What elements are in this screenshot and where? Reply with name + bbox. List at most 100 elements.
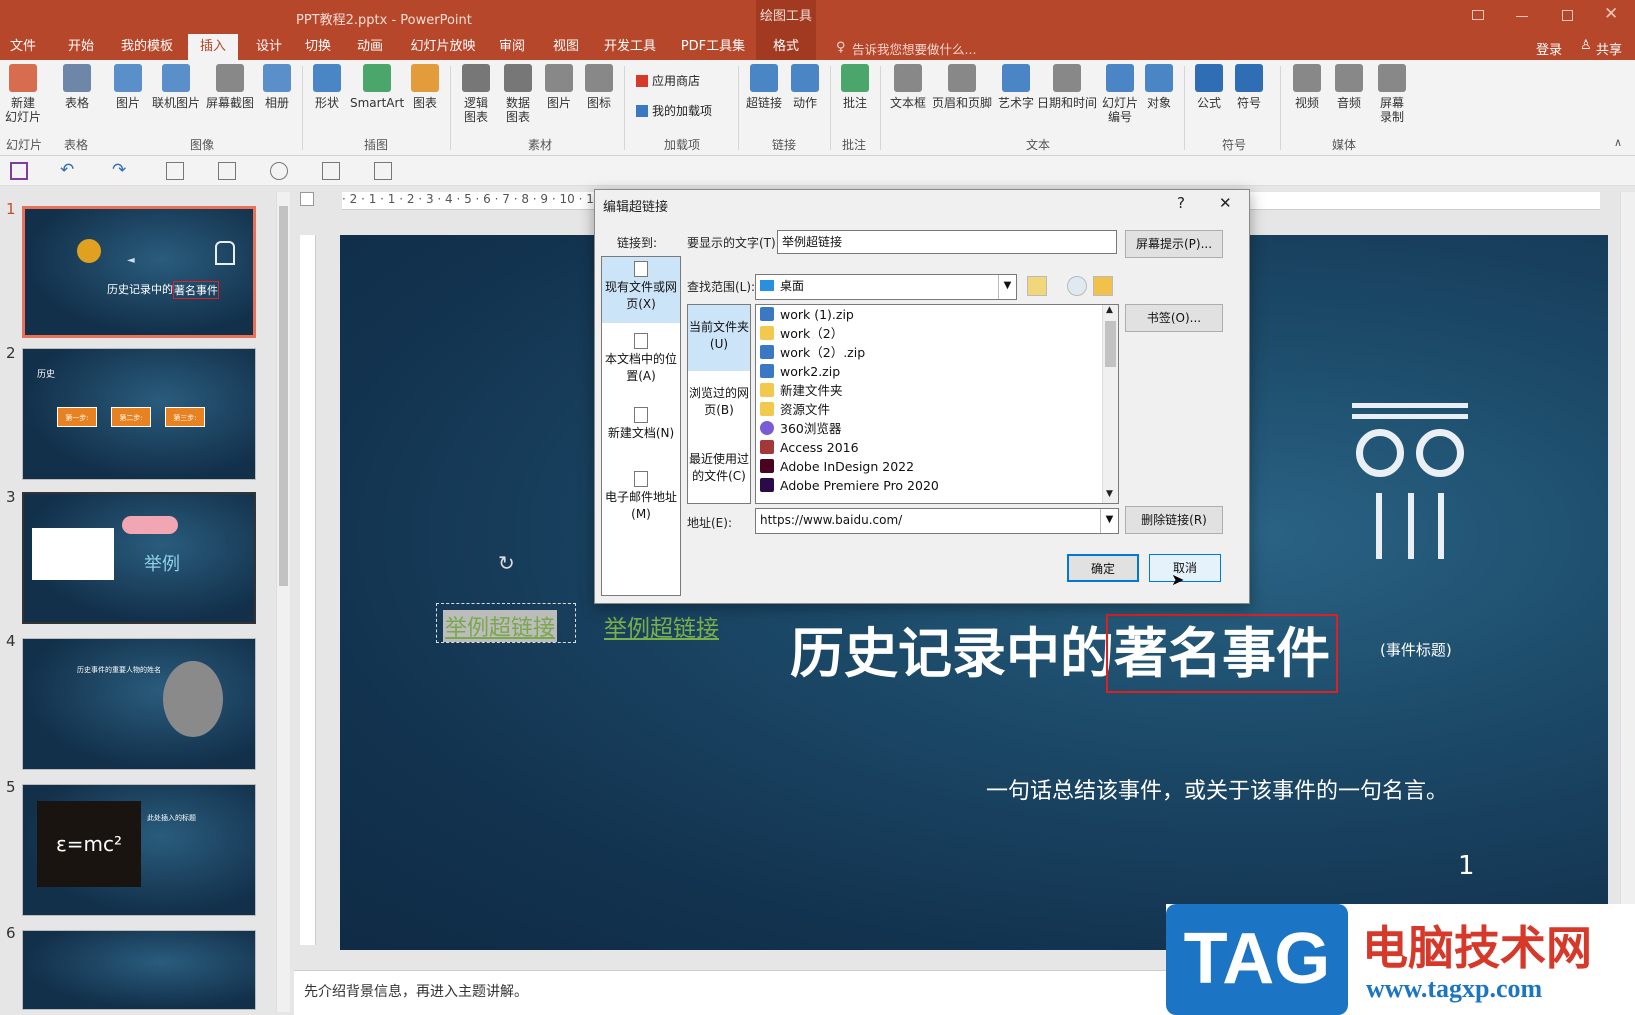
tab-current-folder[interactable]: 当前文件夹(U) — [688, 305, 750, 371]
slide-thumbnail-2[interactable]: 历史 第一步: 第二步: 第三步: — [22, 348, 256, 480]
tab-my-templates[interactable]: 我的模板 — [114, 34, 180, 60]
tab-slideshow[interactable]: 幻灯片放映 — [406, 34, 480, 60]
table-button[interactable]: 表格 — [60, 64, 94, 110]
nav-place-in-document[interactable]: 本文档中的位置(A) — [602, 333, 680, 385]
display-text-input[interactable]: 举例超链接 — [777, 230, 1117, 254]
slide-thumbnail-5[interactable]: ε=mc² 此处插入的标题 — [22, 784, 256, 916]
tab-developer[interactable]: 开发工具 — [600, 34, 660, 60]
save-icon[interactable] — [10, 162, 28, 180]
tab-pdf-tools[interactable]: PDF工具集 — [676, 34, 750, 60]
list-item[interactable]: work (1).zip — [760, 305, 854, 325]
list-item[interactable]: work（2） — [760, 324, 843, 344]
tab-format[interactable]: 格式 — [756, 34, 816, 60]
tab-review[interactable]: 审阅 — [492, 34, 532, 60]
up-folder-icon[interactable] — [1027, 276, 1047, 296]
help-button[interactable]: ? — [1177, 194, 1185, 212]
tab-insert[interactable]: 插入 — [188, 34, 238, 60]
preview-icon[interactable] — [374, 162, 392, 180]
tell-me-box[interactable]: 告诉我您想要做什么... — [852, 39, 976, 58]
video-button[interactable]: 视频 — [1292, 64, 1322, 110]
selected-hyperlink-text[interactable]: 举例超链接 — [443, 610, 558, 642]
hyperlink-button[interactable]: 超链接 — [744, 64, 784, 110]
nav-existing-file[interactable]: 现有文件或网页(X) — [602, 257, 680, 323]
logic-chart-button[interactable]: 逻辑 图表 — [460, 64, 492, 124]
tab-transitions[interactable]: 切换 — [298, 34, 338, 60]
nav-email-address[interactable]: 电子邮件地址(M) — [602, 471, 680, 523]
login-link[interactable]: 登录 — [1536, 39, 1562, 58]
browse-folder-icon[interactable] — [1093, 276, 1113, 296]
search-web-icon[interactable] — [1067, 276, 1087, 296]
file-list-scrollbar[interactable]: ▲ ▼ — [1102, 305, 1118, 503]
screen-record-button[interactable]: 屏幕 录制 — [1376, 64, 1408, 124]
redo-icon[interactable]: ↷ — [112, 162, 130, 180]
maximize-button[interactable] — [1562, 10, 1573, 21]
slide-thumbnail-1[interactable]: ◄ 历史记录中的 著名事件 — [22, 206, 256, 338]
list-item[interactable]: 360浏览器 — [760, 419, 841, 439]
slide-number-button[interactable]: 幻灯片 编号 — [1100, 64, 1140, 124]
slide-thumbnail-6[interactable] — [22, 930, 256, 1010]
screen-icon[interactable] — [322, 162, 340, 180]
list-item[interactable]: 新建文件夹 — [760, 381, 843, 401]
list-item[interactable]: 资源文件 — [760, 400, 830, 420]
tab-home[interactable]: 开始 — [56, 34, 106, 60]
smartart-button[interactable]: SmartArt — [350, 64, 404, 110]
screentip-button[interactable]: 屏幕提示(P)... — [1125, 230, 1223, 258]
audio-button[interactable]: 音频 — [1334, 64, 1364, 110]
look-in-select[interactable]: 桌面 ▼ — [755, 274, 1017, 300]
object-button[interactable]: 对象 — [1144, 64, 1174, 110]
header-footer-button[interactable]: 页眉和页脚 — [930, 64, 994, 110]
thumbnail-scrollbar[interactable] — [276, 192, 290, 1012]
list-item[interactable]: work2.zip — [760, 362, 840, 382]
store-button[interactable]: 应用商店 — [636, 72, 700, 89]
tab-browsed-pages[interactable]: 浏览过的网页(B) — [688, 385, 750, 419]
chart-button[interactable]: 图表 — [410, 64, 440, 110]
dialog-close-button[interactable]: ✕ — [1219, 194, 1232, 212]
screenshot-button[interactable]: 屏幕截图 — [204, 64, 256, 110]
chevron-down-icon[interactable]: ▼ — [1100, 509, 1118, 533]
list-item[interactable]: Access 2016 — [760, 438, 859, 458]
scroll-thumb[interactable] — [279, 206, 288, 586]
selected-textbox[interactable]: 举例超链接 — [436, 603, 576, 643]
material-picture-button[interactable]: 图片 — [544, 64, 574, 110]
chevron-down-icon[interactable]: ▼ — [998, 275, 1016, 299]
my-addins-button[interactable]: 我的加载项 — [636, 102, 712, 119]
textbox-button[interactable]: 文本框 — [888, 64, 928, 110]
icons-button[interactable]: 图标 — [584, 64, 614, 110]
tab-design[interactable]: 设计 — [244, 34, 294, 60]
ok-button[interactable]: 确定 — [1067, 554, 1139, 582]
remove-link-button[interactable]: 删除链接(R) — [1125, 506, 1223, 534]
list-item[interactable]: Adobe Premiere Pro 2020 — [760, 476, 939, 496]
scroll-thumb[interactable] — [1105, 321, 1116, 367]
address-input[interactable]: https://www.baidu.com/ ▼ — [755, 508, 1119, 534]
editor-scrollbar[interactable] — [1620, 192, 1635, 970]
shapes-button[interactable]: 形状 — [312, 64, 342, 110]
from-beginning-icon[interactable] — [166, 162, 184, 180]
rotate-handle-icon[interactable]: ↻ — [498, 551, 515, 575]
picture-button[interactable]: 图片 — [112, 64, 144, 110]
minimize-button[interactable] — [1516, 16, 1528, 17]
share-button[interactable]: 共享 — [1596, 39, 1622, 58]
equation-button[interactable]: 公式 — [1194, 64, 1224, 110]
hyperlink-text[interactable]: 举例超链接 — [604, 609, 719, 643]
slide-thumbnail-3[interactable]: 举例 — [22, 492, 256, 624]
wordart-button[interactable]: 艺术字 — [996, 64, 1036, 110]
textbox-icon[interactable] — [218, 162, 236, 180]
scroll-down-icon[interactable]: ▼ — [1106, 489, 1113, 499]
list-item[interactable]: work（2）.zip — [760, 343, 865, 363]
album-button[interactable]: 相册 — [262, 64, 292, 110]
online-picture-button[interactable]: 联机图片 — [150, 64, 202, 110]
cancel-button[interactable]: 取消 — [1149, 554, 1221, 582]
action-button[interactable]: 动作 — [790, 64, 820, 110]
bookmark-button[interactable]: 书签(O)... — [1125, 304, 1223, 332]
slide-thumbnail-4[interactable]: 历史事件的重要人物的姓名 — [22, 638, 256, 770]
tab-view[interactable]: 视图 — [546, 34, 586, 60]
nav-new-document[interactable]: 新建文档(N) — [602, 407, 680, 442]
ribbon-display-icon[interactable] — [1472, 10, 1484, 20]
undo-icon[interactable]: ↶ — [60, 162, 78, 180]
symbol-button[interactable]: 符号 — [1234, 64, 1264, 110]
present-icon[interactable] — [270, 162, 288, 180]
notes-text[interactable]: 先介绍背景信息，再进入主题讲解。 — [304, 981, 528, 1001]
tab-animations[interactable]: 动画 — [350, 34, 390, 60]
data-chart-button[interactable]: 数据 图表 — [502, 64, 534, 124]
tab-recent-files[interactable]: 最近使用过的文件(C) — [688, 451, 750, 485]
